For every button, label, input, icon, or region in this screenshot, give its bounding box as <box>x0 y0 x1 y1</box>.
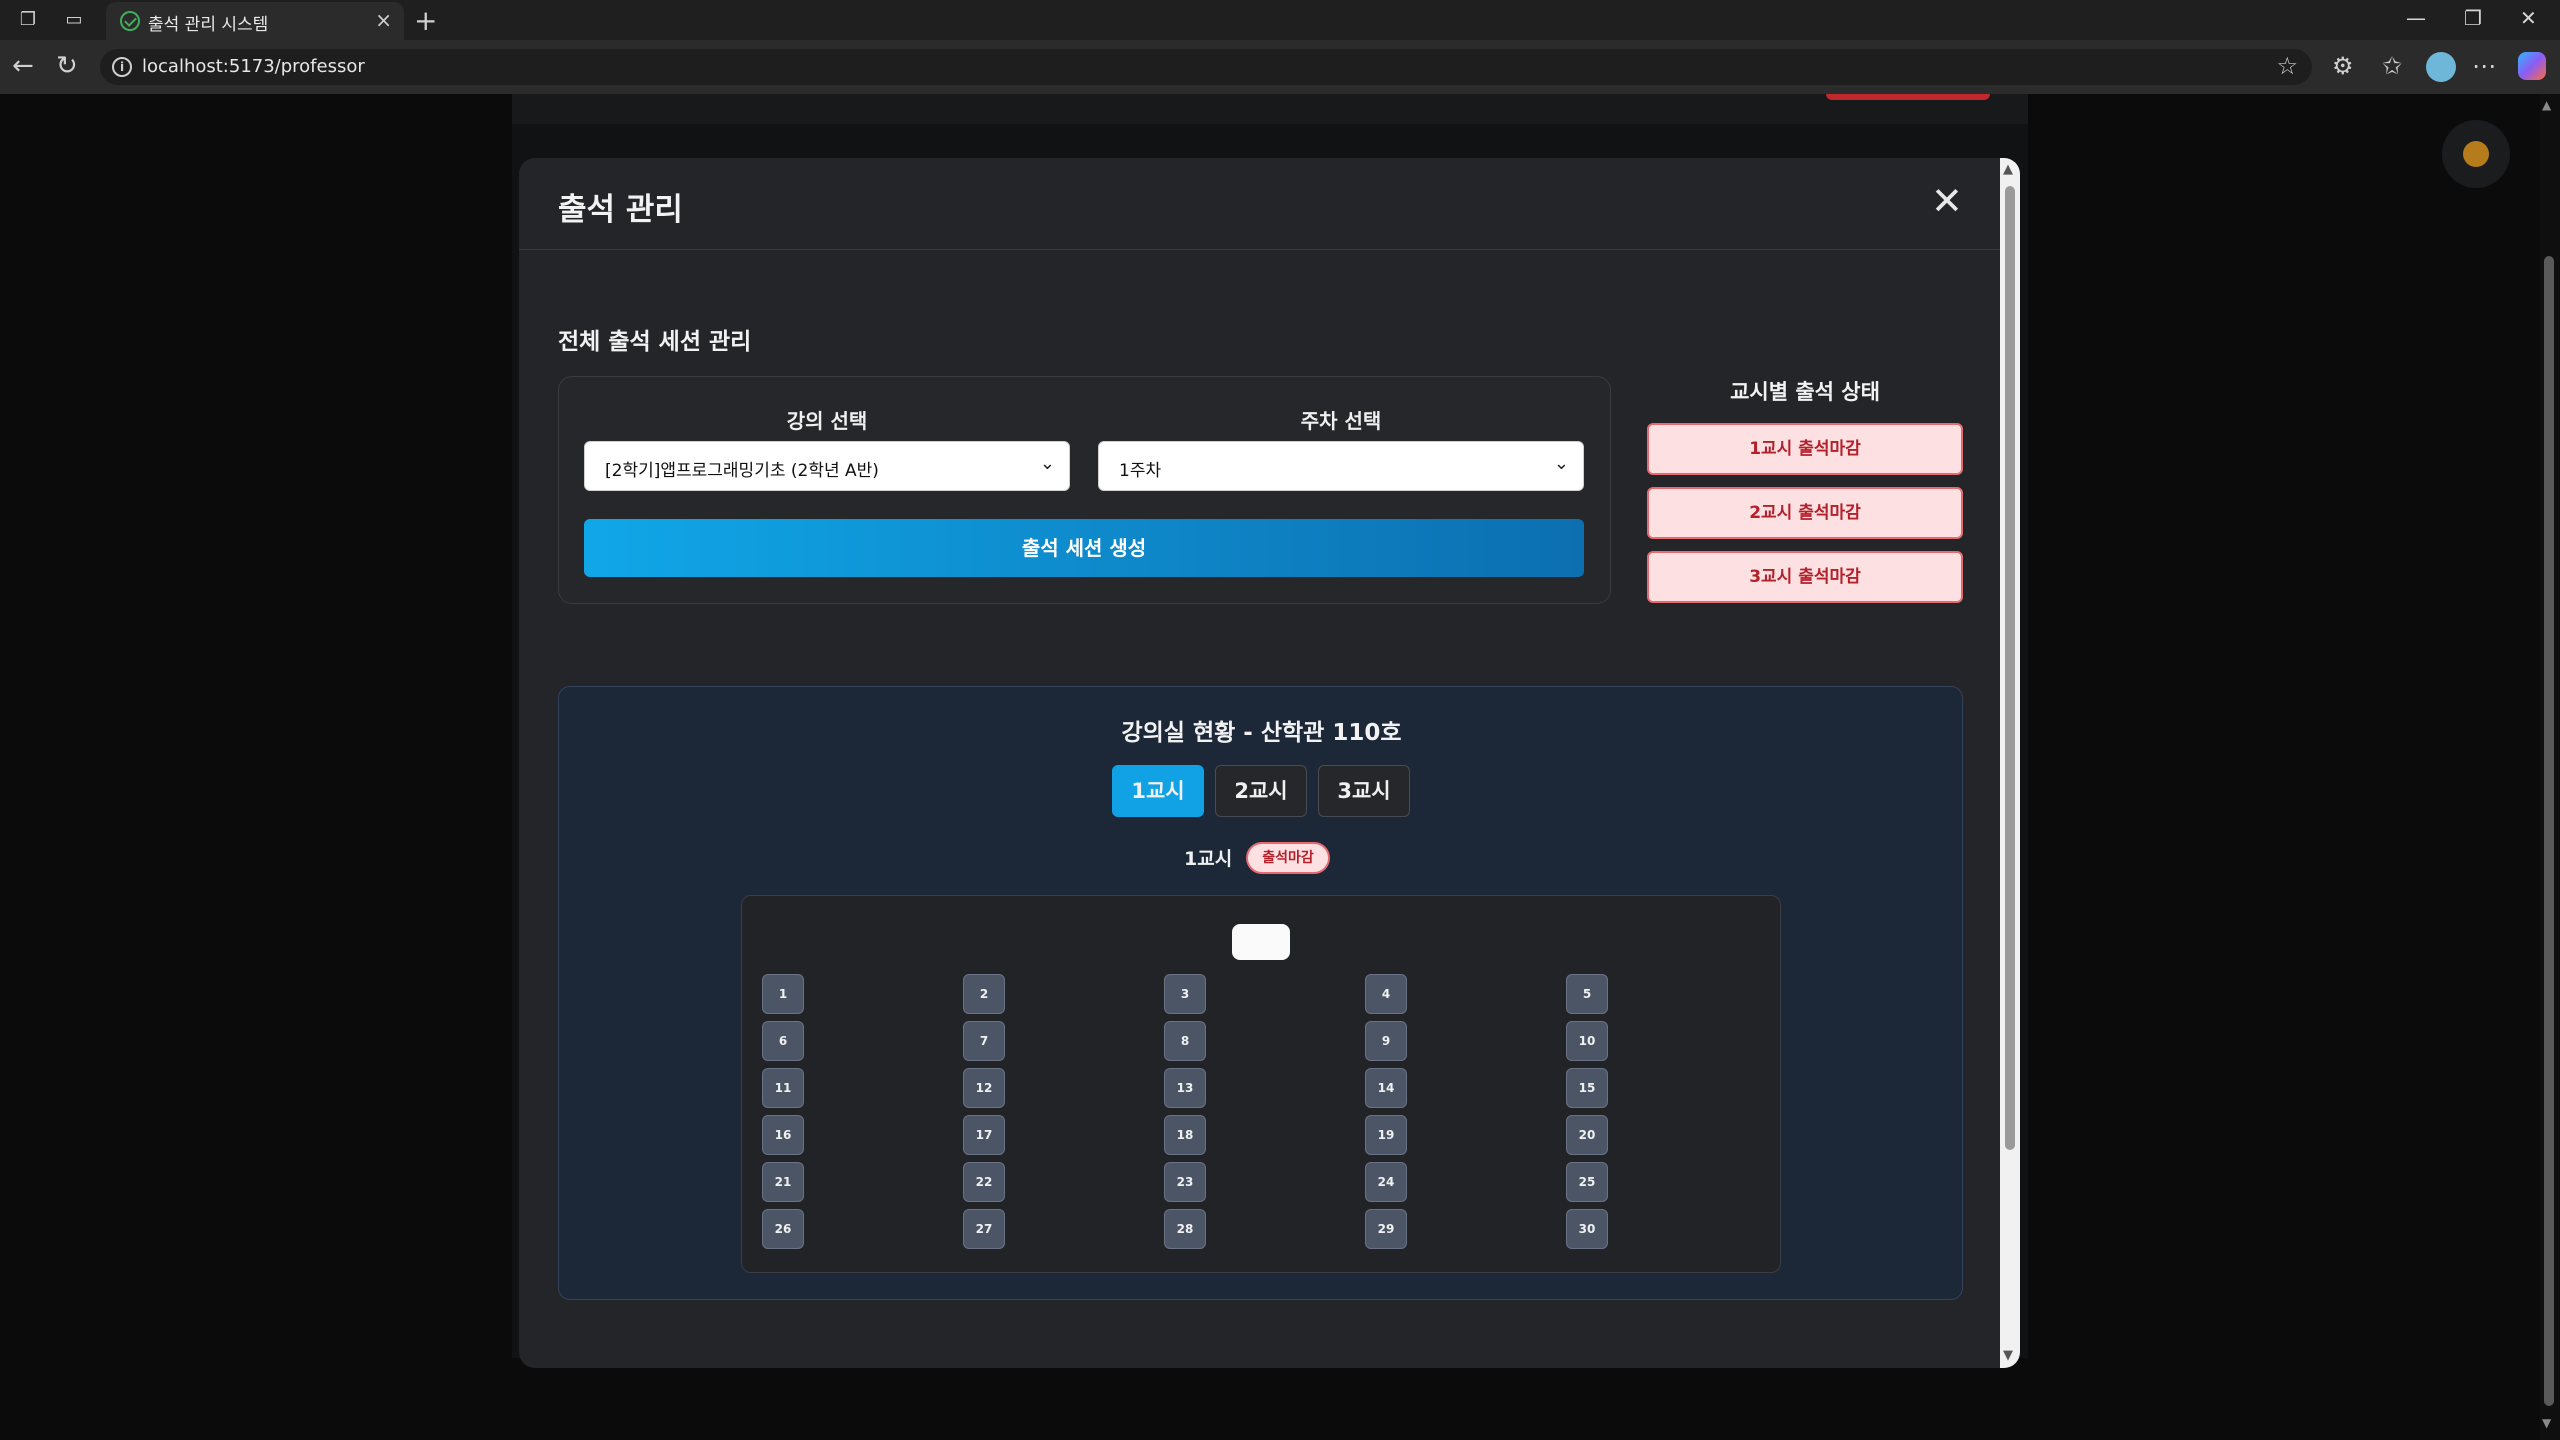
status-badge: 출석마감 <box>1246 842 1330 874</box>
background-header <box>512 94 2028 124</box>
create-session-button[interactable]: 출석 세션 생성 <box>584 519 1584 577</box>
current-period-label: 1교시 <box>1184 848 1233 870</box>
seat[interactable]: 6 <box>762 1021 804 1061</box>
new-tab-button[interactable]: + <box>414 4 437 37</box>
seat[interactable]: 22 <box>963 1162 1005 1202</box>
address-bar-row: ← ↻ i localhost:5173/professor ☆ ⚙ ✩ ⋯ <box>0 40 2560 94</box>
week-select-value: 1주차 <box>1119 461 1162 481</box>
url-text[interactable]: localhost:5173/professor <box>142 56 365 77</box>
classroom-title: 강의실 현황 - 산학관 110호 <box>1121 720 1402 746</box>
seat[interactable]: 28 <box>1164 1209 1206 1249</box>
copilot-icon[interactable] <box>2518 52 2546 80</box>
modal-header: 출석 관리 ✕ <box>519 158 2000 250</box>
close-icon[interactable]: ✕ <box>1931 182 1963 220</box>
modal-title: 출석 관리 <box>558 192 683 228</box>
period-3-close-label: 3교시 출석마감 <box>1749 567 1861 587</box>
chevron-down-icon: ⌄ <box>1039 453 1055 474</box>
seat[interactable]: 14 <box>1365 1068 1407 1108</box>
address-bar[interactable]: i localhost:5173/professor ☆ <box>100 49 2312 85</box>
browser-tab-bar: ❐ ▭ 출석 관리 시스템 × + — ❐ ✕ <box>0 0 2560 40</box>
scroll-up-icon[interactable]: ▲ <box>2542 98 2551 112</box>
tab-period-1[interactable]: 1교시 <box>1112 765 1204 817</box>
more-icon[interactable]: ⋯ <box>2472 52 2496 80</box>
week-select[interactable]: 1주차 ⌄ <box>1098 441 1584 491</box>
page-viewport: ▲ ▼ 출석 관리 ✕ ▲ ▼ 전체 출석 세션 관리 강의 선택 [2학기]앱… <box>0 94 2560 1440</box>
seat[interactable]: 23 <box>1164 1162 1206 1202</box>
sun-icon <box>2463 141 2489 167</box>
section-title: 전체 출석 세션 관리 <box>558 329 752 355</box>
period-status-title: 교시별 출석 상태 <box>1730 380 1880 404</box>
seat[interactable]: 25 <box>1566 1162 1608 1202</box>
period-1-close-button[interactable]: 1교시 출석마감 <box>1647 423 1963 475</box>
classroom-panel: 강의실 현황 - 산학관 110호 1교시 2교시 3교시 1교시 출석마감 1… <box>558 686 1963 1300</box>
seat[interactable]: 27 <box>963 1209 1005 1249</box>
back-icon[interactable]: ← <box>12 53 34 79</box>
course-select-value: [2학기]앱프로그래밍기초 (2학년 A반) <box>605 461 879 481</box>
tab-title: 출석 관리 시스템 <box>148 15 269 35</box>
favorites-icon[interactable]: ✩ <box>2382 52 2402 80</box>
seat[interactable]: 19 <box>1365 1115 1407 1155</box>
seat[interactable]: 2 <box>963 974 1005 1014</box>
extensions-icon[interactable]: ⚙ <box>2332 52 2354 80</box>
seat[interactable]: 15 <box>1566 1068 1608 1108</box>
seat[interactable]: 29 <box>1365 1209 1407 1249</box>
tab-period-2[interactable]: 2교시 <box>1215 765 1307 817</box>
podium <box>1232 924 1290 960</box>
seat[interactable]: 18 <box>1164 1115 1206 1155</box>
course-select-label: 강의 선택 <box>786 409 868 433</box>
seat[interactable]: 16 <box>762 1115 804 1155</box>
reload-icon[interactable]: ↻ <box>56 53 78 79</box>
attendance-modal: 출석 관리 ✕ ▲ ▼ 전체 출석 세션 관리 강의 선택 [2학기]앱프로그래… <box>519 158 2020 1368</box>
info-icon[interactable]: i <box>112 57 132 77</box>
tab-close-icon[interactable]: × <box>375 8 392 32</box>
modal-scroll-up-icon[interactable]: ▲ <box>2003 162 2013 177</box>
seat[interactable]: 24 <box>1365 1162 1407 1202</box>
page-scrollbar-thumb[interactable] <box>2544 256 2554 1406</box>
workspaces-icon[interactable]: ❐ <box>16 8 40 32</box>
course-select[interactable]: [2학기]앱프로그래밍기초 (2학년 A반) ⌄ <box>584 441 1070 491</box>
seat[interactable]: 26 <box>762 1209 804 1249</box>
seat[interactable]: 12 <box>963 1068 1005 1108</box>
week-select-label: 주차 선택 <box>1300 409 1382 433</box>
status-badge-label: 출석마감 <box>1262 850 1314 866</box>
seat[interactable]: 11 <box>762 1068 804 1108</box>
tab-period-1-label: 1교시 <box>1131 779 1185 803</box>
tab-period-3[interactable]: 3교시 <box>1318 765 1410 817</box>
session-settings-card: 강의 선택 [2학기]앱프로그래밍기초 (2학년 A반) ⌄ 주차 선택 1주차… <box>558 376 1611 604</box>
seat[interactable]: 13 <box>1164 1068 1206 1108</box>
seat[interactable]: 9 <box>1365 1021 1407 1061</box>
window-close-icon[interactable]: ✕ <box>2520 6 2537 30</box>
profile-icon[interactable] <box>2426 52 2456 82</box>
period-3-close-button[interactable]: 3교시 출석마감 <box>1647 551 1963 603</box>
tab-actions-icon[interactable]: ▭ <box>62 8 86 32</box>
favorite-star-icon[interactable]: ☆ <box>2276 52 2298 80</box>
seat[interactable]: 1 <box>762 974 804 1014</box>
period-2-close-button[interactable]: 2교시 출석마감 <box>1647 487 1963 539</box>
modal-scrollbar-thumb[interactable] <box>2005 186 2015 1150</box>
background-logout-button[interactable] <box>1826 94 1990 100</box>
seat[interactable]: 8 <box>1164 1021 1206 1061</box>
seat[interactable]: 10 <box>1566 1021 1608 1061</box>
seat[interactable]: 30 <box>1566 1209 1608 1249</box>
seat[interactable]: 21 <box>762 1162 804 1202</box>
restore-icon[interactable]: ❐ <box>2464 6 2482 30</box>
seat[interactable]: 7 <box>963 1021 1005 1061</box>
browser-tab[interactable]: 출석 관리 시스템 × <box>106 2 404 40</box>
tab-favicon-check-icon <box>120 11 140 31</box>
period-1-close-label: 1교시 출석마감 <box>1749 439 1861 459</box>
period-2-close-label: 2교시 출석마감 <box>1749 503 1861 523</box>
modal-scroll-down-icon[interactable]: ▼ <box>2003 1348 2013 1363</box>
seat[interactable]: 3 <box>1164 974 1206 1014</box>
seat[interactable]: 20 <box>1566 1115 1608 1155</box>
seat[interactable]: 17 <box>963 1115 1005 1155</box>
chevron-down-icon: ⌄ <box>1553 453 1569 474</box>
create-session-label: 출석 세션 생성 <box>1021 536 1147 560</box>
scroll-down-icon[interactable]: ▼ <box>2542 1416 2551 1430</box>
tab-period-3-label: 3교시 <box>1337 779 1391 803</box>
tab-period-2-label: 2교시 <box>1234 779 1288 803</box>
seat[interactable]: 4 <box>1365 974 1407 1014</box>
seat-map: 1 2 3 4 5 6 7 8 9 10 11 12 13 14 15 16 17 18 19 20 21 22 23 24 2… <box>741 895 1781 1273</box>
seat[interactable]: 5 <box>1566 974 1608 1014</box>
minimize-icon[interactable]: — <box>2406 6 2426 30</box>
